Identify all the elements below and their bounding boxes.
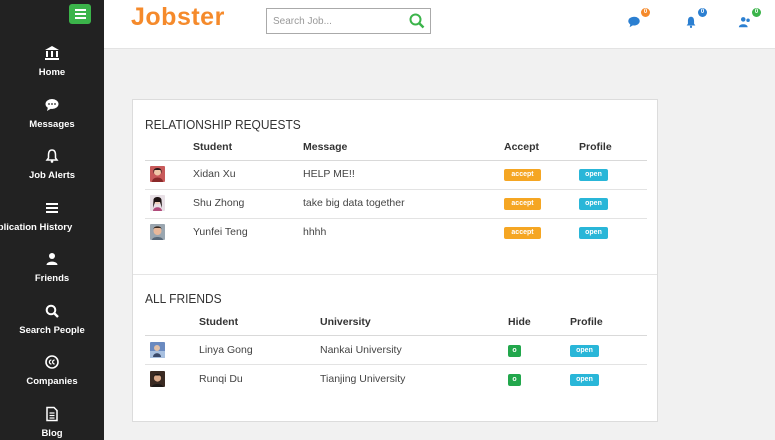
accept-button[interactable]: accept — [504, 169, 541, 181]
alerts-count-badge: 0 — [698, 8, 707, 17]
all-friends-title: ALL FRIENDS — [145, 291, 222, 306]
messages-count-badge: 0 — [641, 8, 650, 17]
request-message: take big data together — [303, 197, 405, 209]
open-profile-button[interactable]: open — [579, 227, 608, 239]
sidebar-item-label: Job Alerts — [28, 170, 76, 181]
request-message: hhhh — [303, 226, 327, 238]
column-header-university: University — [320, 316, 371, 328]
friends-card: RELATIONSHIP REQUESTS Student Message Ac… — [132, 99, 658, 422]
avatar[interactable] — [150, 371, 165, 387]
alerts-notification-button[interactable]: 0 — [684, 8, 707, 30]
hide-friend-button[interactable]: o — [508, 374, 521, 386]
sidebar-item-blog[interactable]: Blog — [0, 405, 104, 439]
university-name: Tianjing University — [320, 373, 406, 385]
column-header-profile: Profile — [570, 316, 603, 328]
users-icon — [738, 17, 750, 28]
column-header-student: Student — [193, 141, 233, 153]
sidebar-item-search-people[interactable]: Search People — [0, 302, 104, 336]
menu-toggle-button[interactable] — [69, 4, 91, 24]
request-message: HELP ME!! — [303, 168, 355, 180]
sidebar-item-messages[interactable]: Messages — [0, 96, 104, 130]
open-profile-button[interactable]: open — [570, 345, 599, 357]
column-header-hide: Hide — [508, 316, 531, 328]
hamburger-icon — [74, 9, 86, 11]
column-header-profile: Profile — [579, 141, 612, 153]
sidebar-item-label: Companies — [26, 376, 78, 387]
avatar[interactable] — [150, 342, 165, 358]
sidebar-item-job-alerts[interactable]: Job Alerts — [0, 147, 104, 181]
sidebar-item-label: Blog — [41, 428, 63, 439]
sidebar-item-label: Search People — [19, 325, 85, 336]
sidebar-item-home[interactable]: Home — [0, 44, 104, 78]
student-name: Yunfei Teng — [193, 226, 248, 238]
bank-icon — [45, 46, 59, 60]
chat-bubble-icon — [628, 16, 640, 28]
top-header: Jobster 0 0 0 — [104, 0, 775, 49]
column-header-accept: Accept — [504, 141, 540, 153]
user-icon — [46, 253, 58, 265]
bell-icon — [686, 16, 696, 28]
student-name: Xidan Xu — [193, 168, 236, 180]
open-profile-button[interactable]: open — [579, 198, 608, 210]
student-name: Runqi Du — [199, 373, 243, 385]
bell-icon — [45, 149, 59, 163]
sidebar-item-friends[interactable]: Friends — [0, 250, 104, 284]
column-header-student: Student — [199, 316, 239, 328]
search-icon — [45, 304, 59, 318]
section-divider — [133, 274, 657, 275]
search-icon[interactable] — [408, 12, 426, 30]
list-icon — [46, 203, 58, 213]
sidebar-item-companies[interactable]: Companies — [0, 353, 104, 387]
avatar[interactable] — [150, 195, 165, 211]
chat-bubble-icon — [45, 99, 59, 111]
search-input[interactable] — [273, 15, 408, 27]
university-name: Nankai University — [320, 344, 402, 356]
document-icon — [46, 406, 58, 422]
friends-count-badge: 0 — [752, 8, 761, 17]
sidebar: Home Messages Job Alerts pplication Hist… — [0, 0, 104, 440]
column-header-message: Message — [303, 141, 348, 153]
avatar[interactable] — [150, 224, 165, 240]
accept-button[interactable]: accept — [504, 198, 541, 210]
app-logo[interactable]: Jobster — [131, 3, 225, 32]
relationship-requests-title: RELATIONSHIP REQUESTS — [145, 117, 301, 132]
sidebar-item-label: pplication History — [0, 222, 73, 233]
sidebar-item-label: Home — [38, 67, 66, 78]
copyright-icon — [45, 355, 59, 369]
sidebar-item-label: Messages — [29, 119, 75, 130]
search-box — [266, 8, 431, 34]
student-name: Linya Gong — [199, 344, 253, 356]
sidebar-item-label: Friends — [34, 273, 70, 284]
friends-notification-button[interactable]: 0 — [738, 8, 761, 30]
open-profile-button[interactable]: open — [579, 169, 608, 181]
avatar[interactable] — [150, 166, 165, 182]
student-name: Shu Zhong — [193, 197, 245, 209]
sidebar-item-application-history[interactable]: pplication History — [0, 199, 104, 233]
accept-button[interactable]: accept — [504, 227, 541, 239]
open-profile-button[interactable]: open — [570, 374, 599, 386]
messages-notification-button[interactable]: 0 — [627, 8, 650, 30]
hide-friend-button[interactable]: o — [508, 345, 521, 357]
